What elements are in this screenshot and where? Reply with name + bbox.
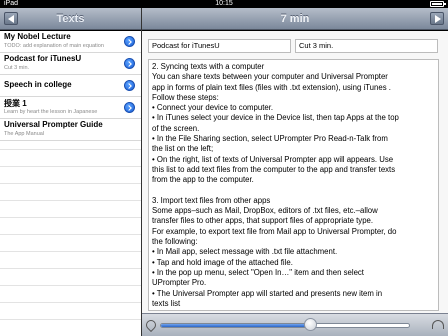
clock-label: 10:15 xyxy=(215,0,233,7)
list-item-subtitle: TODO: add explanation of main equation xyxy=(4,43,104,49)
right-navigation-bar: 7 min xyxy=(142,8,448,30)
list-item[interactable]: My Nobel Lecture TODO: add explanation o… xyxy=(0,31,141,53)
play-button[interactable] xyxy=(430,12,444,25)
list-item-title: Podcast for iTunesU xyxy=(4,54,82,63)
body-line: • In the pop up menu, select "Open In…" … xyxy=(152,267,364,277)
text-body-editor[interactable]: 2. Syncing texts with a computer You can… xyxy=(148,59,439,311)
body-line: texts list xyxy=(152,298,181,308)
left-navigation-bar: Texts xyxy=(0,8,141,30)
body-line: Some apps–such as Mail, DropBox, editors… xyxy=(152,206,378,216)
body-line: • In iTunes select your device in the De… xyxy=(152,113,399,123)
body-line: app in forms of plain text files (files … xyxy=(152,82,391,92)
speed-slider-fill xyxy=(161,324,311,327)
body-line: Follow these steps: xyxy=(152,92,219,102)
play-arrow-icon xyxy=(435,15,441,23)
body-line: 2. Syncing texts with a computer xyxy=(152,62,265,71)
detail-disclosure-icon[interactable] xyxy=(124,102,135,113)
text-editor-panel: Podcast for iTunesU Cut 3 min. 2. Syncin… xyxy=(142,31,448,313)
body-line: UPrompter Pro. xyxy=(152,278,207,288)
body-line xyxy=(152,186,435,196)
body-line: 3. Import text files from other apps xyxy=(152,195,271,205)
slow-speed-icon[interactable] xyxy=(146,320,156,330)
body-line: the list on the left; xyxy=(152,144,214,154)
list-item-subtitle: The App Manual xyxy=(4,131,45,137)
speed-slider-track[interactable] xyxy=(160,323,410,328)
list-item-title: My Nobel Lecture xyxy=(4,32,71,41)
body-line: You can share texts between your compute… xyxy=(152,72,388,82)
detail-disclosure-icon[interactable] xyxy=(124,36,135,47)
list-item-title: Speech in college xyxy=(4,80,72,89)
list-item-subtitle: Learn by heart the lesson in Japanese xyxy=(4,109,98,115)
body-line: of the screen. xyxy=(152,123,200,133)
body-line: transfer files to other apps, that suppo… xyxy=(152,216,374,226)
speed-slider-knob[interactable] xyxy=(304,318,317,331)
body-line: For example, to export text file from Ma… xyxy=(152,226,397,236)
duration-title: 7 min xyxy=(280,13,310,25)
left-nav-title: Texts xyxy=(56,13,85,25)
text-note-field[interactable]: Cut 3 min. xyxy=(295,39,438,53)
body-line: • The Universal Prompter app will starte… xyxy=(152,288,383,298)
text-title-field[interactable]: Podcast for iTunesU xyxy=(148,39,291,53)
body-line: this list to add text files from the com… xyxy=(152,164,396,174)
status-bar: iPad 10:15 xyxy=(0,0,448,8)
body-line: • Connect your device to computer. xyxy=(152,103,274,113)
detail-disclosure-icon[interactable] xyxy=(124,80,135,91)
list-item[interactable]: Universal Prompter Guide The App Manual xyxy=(0,119,141,141)
list-item[interactable]: Podcast for iTunesU Cut 3 min. xyxy=(0,53,141,75)
body-line: from the app to the computer. xyxy=(152,175,254,185)
body-line: • Tap and hold image of the attached fil… xyxy=(152,257,293,267)
texts-list: My Nobel Lecture TODO: add explanation o… xyxy=(0,31,141,336)
bottom-toolbar xyxy=(142,313,448,336)
body-line: the following: xyxy=(152,237,198,247)
battery-icon xyxy=(430,1,446,7)
fast-speed-icon[interactable] xyxy=(432,320,444,330)
list-item-title: 授業 1 xyxy=(4,99,27,108)
body-line: • On the right, list of texts of Univers… xyxy=(152,154,394,164)
list-item-title: Universal Prompter Guide xyxy=(4,120,103,129)
list-item-subtitle: Cut 3 min. xyxy=(4,65,30,71)
detail-disclosure-icon[interactable] xyxy=(124,58,135,69)
body-line: • In Mail app, select message with .txt … xyxy=(152,247,338,257)
list-item[interactable]: 授業 1 Learn by heart the lesson in Japane… xyxy=(0,97,141,119)
list-item[interactable]: Speech in college xyxy=(0,75,141,97)
body-line: • In the File Sharing section, select UP… xyxy=(152,134,388,144)
